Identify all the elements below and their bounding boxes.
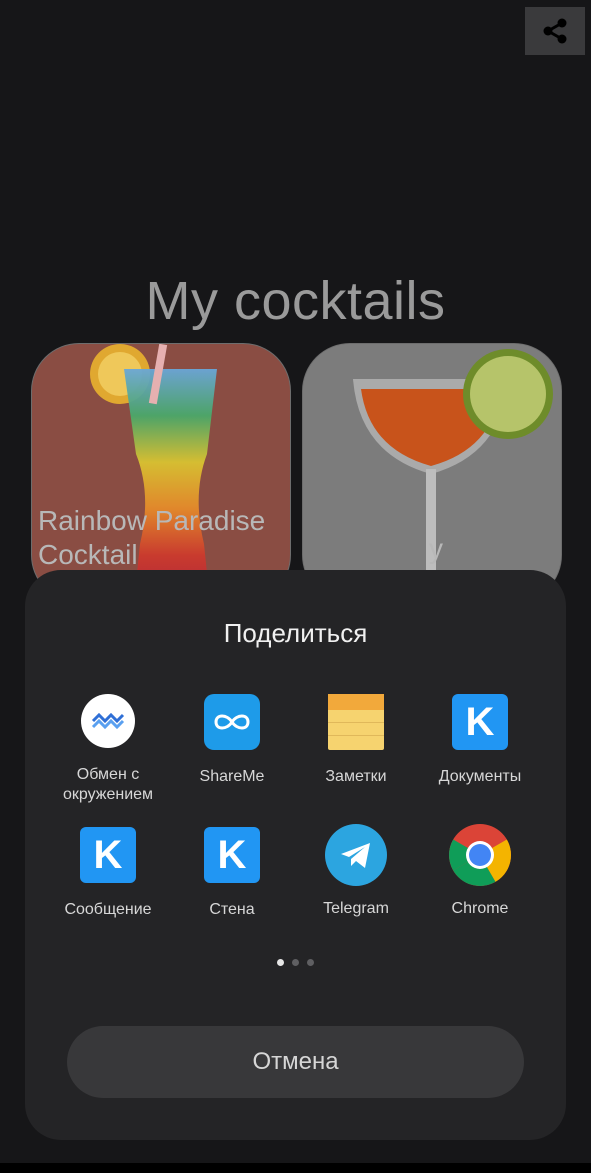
page-dot (307, 959, 314, 966)
share-target-notes[interactable]: Заметки (294, 694, 418, 787)
vk-icon: K (80, 827, 136, 883)
notes-icon (328, 694, 384, 750)
share-target-vk-wall[interactable]: K Стена (170, 827, 294, 920)
app-label: Стена (209, 901, 255, 918)
page-dot (277, 959, 284, 966)
page-indicator (25, 959, 566, 966)
share-sheet-title: Поделиться (223, 618, 368, 648)
shareme-icon (204, 694, 260, 750)
vk-icon: K (452, 694, 508, 750)
app-label: Документы (438, 768, 522, 785)
page-title: My cocktails (145, 271, 446, 331)
share-sheet: Поделиться Обмен с окружением ShareMe За… (25, 570, 566, 1140)
vk-icon: K (204, 827, 260, 883)
cocktail-name: Rainbow Paradise Cocktail (38, 505, 266, 570)
navigation-bar (0, 1163, 591, 1173)
share-target-nearby[interactable]: Обмен с окружением (46, 694, 170, 805)
share-target-telegram[interactable]: Telegram (294, 824, 418, 919)
telegram-icon (325, 824, 387, 886)
share-target-vk-documents[interactable]: K Документы (418, 694, 542, 787)
app-label: Обмен с окружением (62, 766, 154, 803)
page-dot (292, 959, 299, 966)
cocktail-name: y (429, 533, 443, 564)
cocktail-card-rainbow-paradise[interactable]: Rainbow Paradise Cocktail (31, 343, 291, 603)
chrome-icon (449, 824, 511, 886)
nearby-share-icon (81, 694, 135, 748)
app-label: Chrome (451, 900, 509, 917)
share-icon (543, 18, 567, 44)
share-button[interactable] (525, 7, 585, 55)
share-target-vk-message[interactable]: K Сообщение (46, 827, 170, 920)
cocktail-card-2[interactable]: y (302, 343, 562, 603)
share-target-chrome[interactable]: Chrome (418, 824, 542, 919)
app-label: ShareMe (199, 768, 265, 785)
app-label: Заметки (325, 768, 387, 785)
app-label: Сообщение (64, 901, 152, 918)
share-target-shareme[interactable]: ShareMe (170, 694, 294, 787)
cancel-button[interactable]: Отмена (67, 1026, 524, 1098)
app-label: Telegram (323, 900, 389, 917)
